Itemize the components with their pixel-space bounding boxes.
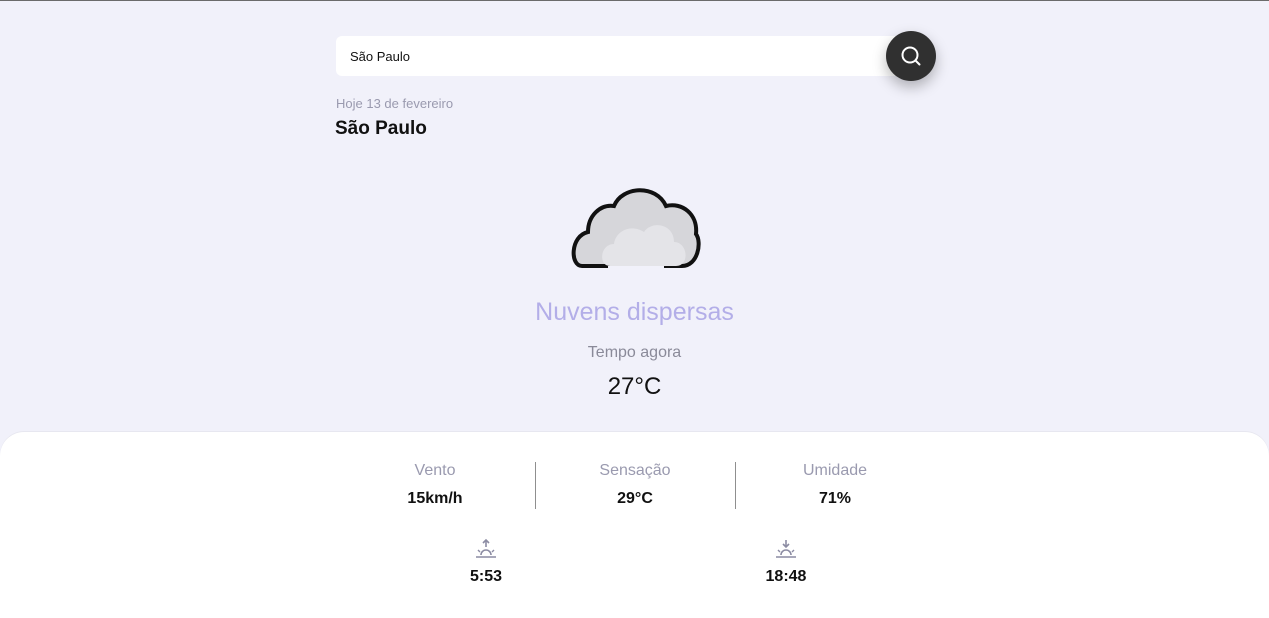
feels-like-value: 29°C bbox=[617, 490, 653, 507]
wind-label: Vento bbox=[414, 462, 456, 479]
cloud-icon bbox=[570, 184, 702, 272]
feels-like-stat: Sensação 29°C bbox=[535, 462, 735, 508]
top-border bbox=[0, 0, 1269, 1]
humidity-label: Umidade bbox=[802, 462, 868, 479]
search-button[interactable] bbox=[886, 31, 936, 81]
sunrise: 5:53 bbox=[436, 538, 536, 586]
humidity-value: 71% bbox=[818, 490, 852, 507]
search-input[interactable] bbox=[350, 36, 870, 76]
current-temperature: 27°C bbox=[607, 373, 662, 400]
sunrise-time: 5:53 bbox=[469, 568, 503, 585]
sunset: 18:48 bbox=[736, 538, 836, 586]
feels-like-label: Sensação bbox=[599, 462, 671, 479]
date-label: Hoje 13 de fevereiro bbox=[336, 96, 454, 111]
wind-value: 15km/h bbox=[407, 490, 463, 507]
sunrise-icon bbox=[476, 538, 496, 558]
wind-stat: Vento 15km/h bbox=[335, 462, 535, 508]
sunset-time: 18:48 bbox=[765, 568, 807, 585]
humidity-stat: Umidade 71% bbox=[735, 462, 935, 508]
current-weather-label: Tempo agora bbox=[587, 344, 682, 361]
city-title: São Paulo bbox=[335, 118, 427, 139]
weather-condition: Nuvens dispersas bbox=[535, 298, 734, 326]
sunset-icon bbox=[776, 540, 796, 558]
details-panel bbox=[0, 432, 1269, 618]
search-icon bbox=[901, 46, 921, 66]
search-bar[interactable] bbox=[336, 36, 926, 76]
